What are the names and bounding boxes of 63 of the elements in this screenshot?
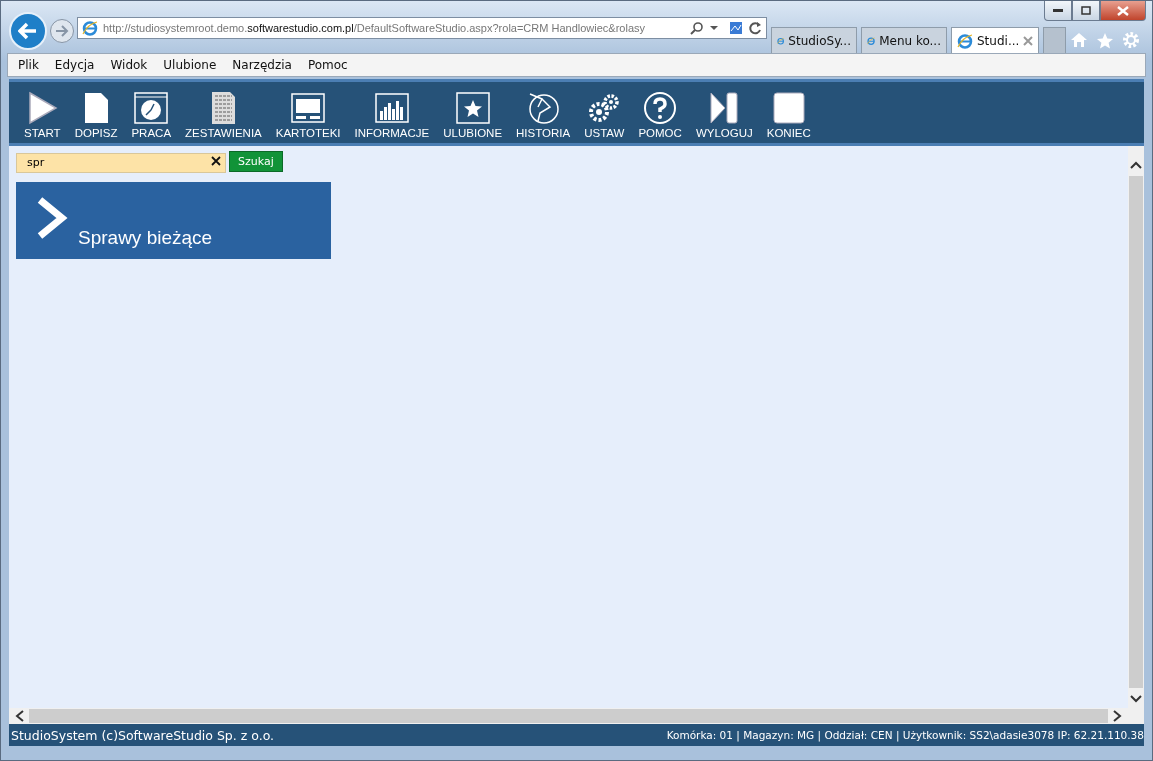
- horizontal-scrollbar[interactable]: [9, 708, 1128, 724]
- menu-item[interactable]: Widok: [110, 58, 148, 72]
- close-tab-icon: [1023, 35, 1034, 46]
- url-text: http://studiosystemroot.demo.softwarestudio.com.pl/DefaultSoftwareStudio.aspx?rola=CRM Handlowiec&rolasy: [103, 22, 647, 34]
- scroll-left-icon: [15, 710, 25, 722]
- gears-icon: [587, 91, 622, 125]
- back-arrow-icon: [18, 22, 38, 40]
- forward-button[interactable]: [50, 19, 74, 43]
- browser-tab[interactable]: Studi...: [951, 27, 1040, 53]
- search-button[interactable]: Szukaj: [229, 151, 283, 172]
- bar-chart-icon: [374, 91, 409, 125]
- toolbar-button[interactable]: INFORMACJE: [347, 91, 437, 139]
- compatibility-icon: [729, 21, 743, 35]
- star-window-icon: [455, 91, 490, 125]
- help-icon: [643, 91, 678, 125]
- toolbar-button[interactable]: DOPISZ: [67, 91, 125, 139]
- toolbar-button[interactable]: KONIEC: [759, 91, 818, 139]
- star-icon[interactable]: [1096, 31, 1114, 49]
- clear-icon[interactable]: [211, 156, 221, 166]
- chevron-right-icon: [36, 196, 68, 240]
- browser-logo-icon: [82, 20, 98, 36]
- window-icon: [291, 91, 326, 125]
- history-icon: [526, 91, 561, 125]
- restore-icon: [1081, 6, 1091, 15]
- toolbar-button[interactable]: USTAW: [577, 91, 632, 139]
- home-icon[interactable]: [1070, 32, 1088, 48]
- new-tab-button[interactable]: [1043, 27, 1066, 53]
- settings-icon[interactable]: [1122, 31, 1140, 49]
- back-button[interactable]: [9, 12, 47, 50]
- toolbar-button[interactable]: WYLOGUJ: [688, 91, 760, 139]
- menu-item[interactable]: Ulubione: [163, 58, 217, 72]
- menu-item[interactable]: Edycja: [54, 58, 95, 72]
- vertical-scrollbar[interactable]: [1128, 146, 1144, 724]
- scroll-right-icon: [1112, 710, 1122, 722]
- browser-tab[interactable]: Menu ko...: [861, 27, 947, 53]
- forward-arrow-icon: [55, 25, 69, 37]
- toolbar-button[interactable]: POMOC: [631, 91, 689, 139]
- toolbar-button[interactable]: PRACA: [124, 91, 179, 139]
- refresh-icon: [748, 21, 762, 35]
- close-button[interactable]: [1100, 1, 1146, 21]
- search-field[interactable]: spr: [16, 152, 226, 173]
- menu-tile[interactable]: Sprawy bieżące: [16, 182, 331, 259]
- close-icon: [1117, 5, 1129, 16]
- browser-logo-icon: [957, 32, 973, 49]
- session-info-text: Komórka: 01 | Magazyn: MG | Oddział: CEN | Użytkownik: SS2\adasie3078 IP: 62.21.110.38: [666, 729, 1144, 741]
- toolbar-button[interactable]: ZESTAWIENIA: [178, 91, 269, 139]
- stop-icon: [771, 91, 806, 125]
- menu-item[interactable]: Plik: [18, 58, 39, 72]
- menu-item[interactable]: Pomoc: [307, 58, 348, 72]
- toolbar-button[interactable]: START: [17, 91, 68, 139]
- toolbar-button[interactable]: ULUBIONE: [436, 91, 510, 139]
- maximize-button[interactable]: [1072, 1, 1100, 21]
- tile-label: Sprawy bieżące: [78, 227, 213, 249]
- menu-item[interactable]: Narzędzia: [232, 58, 292, 72]
- scroll-down-icon: [1130, 692, 1142, 704]
- address-bar[interactable]: http://studiosystemroot.demo.softwarestudio.com.pl/DefaultSoftwareStudio.aspx?rola=CRM Handlowiec&rolasy: [77, 17, 767, 39]
- copyright-text: StudioSystem (c)SoftwareStudio Sp. z o.o.: [11, 727, 275, 743]
- minimize-icon: [1053, 8, 1063, 13]
- toolbar-button[interactable]: HISTORIA: [509, 91, 578, 139]
- minimize-button[interactable]: [1044, 1, 1072, 21]
- toolbar-button[interactable]: KARTOTEKI: [268, 91, 348, 139]
- clock-window-icon: [134, 91, 169, 125]
- browser-tab[interactable]: StudioSy...: [771, 27, 857, 53]
